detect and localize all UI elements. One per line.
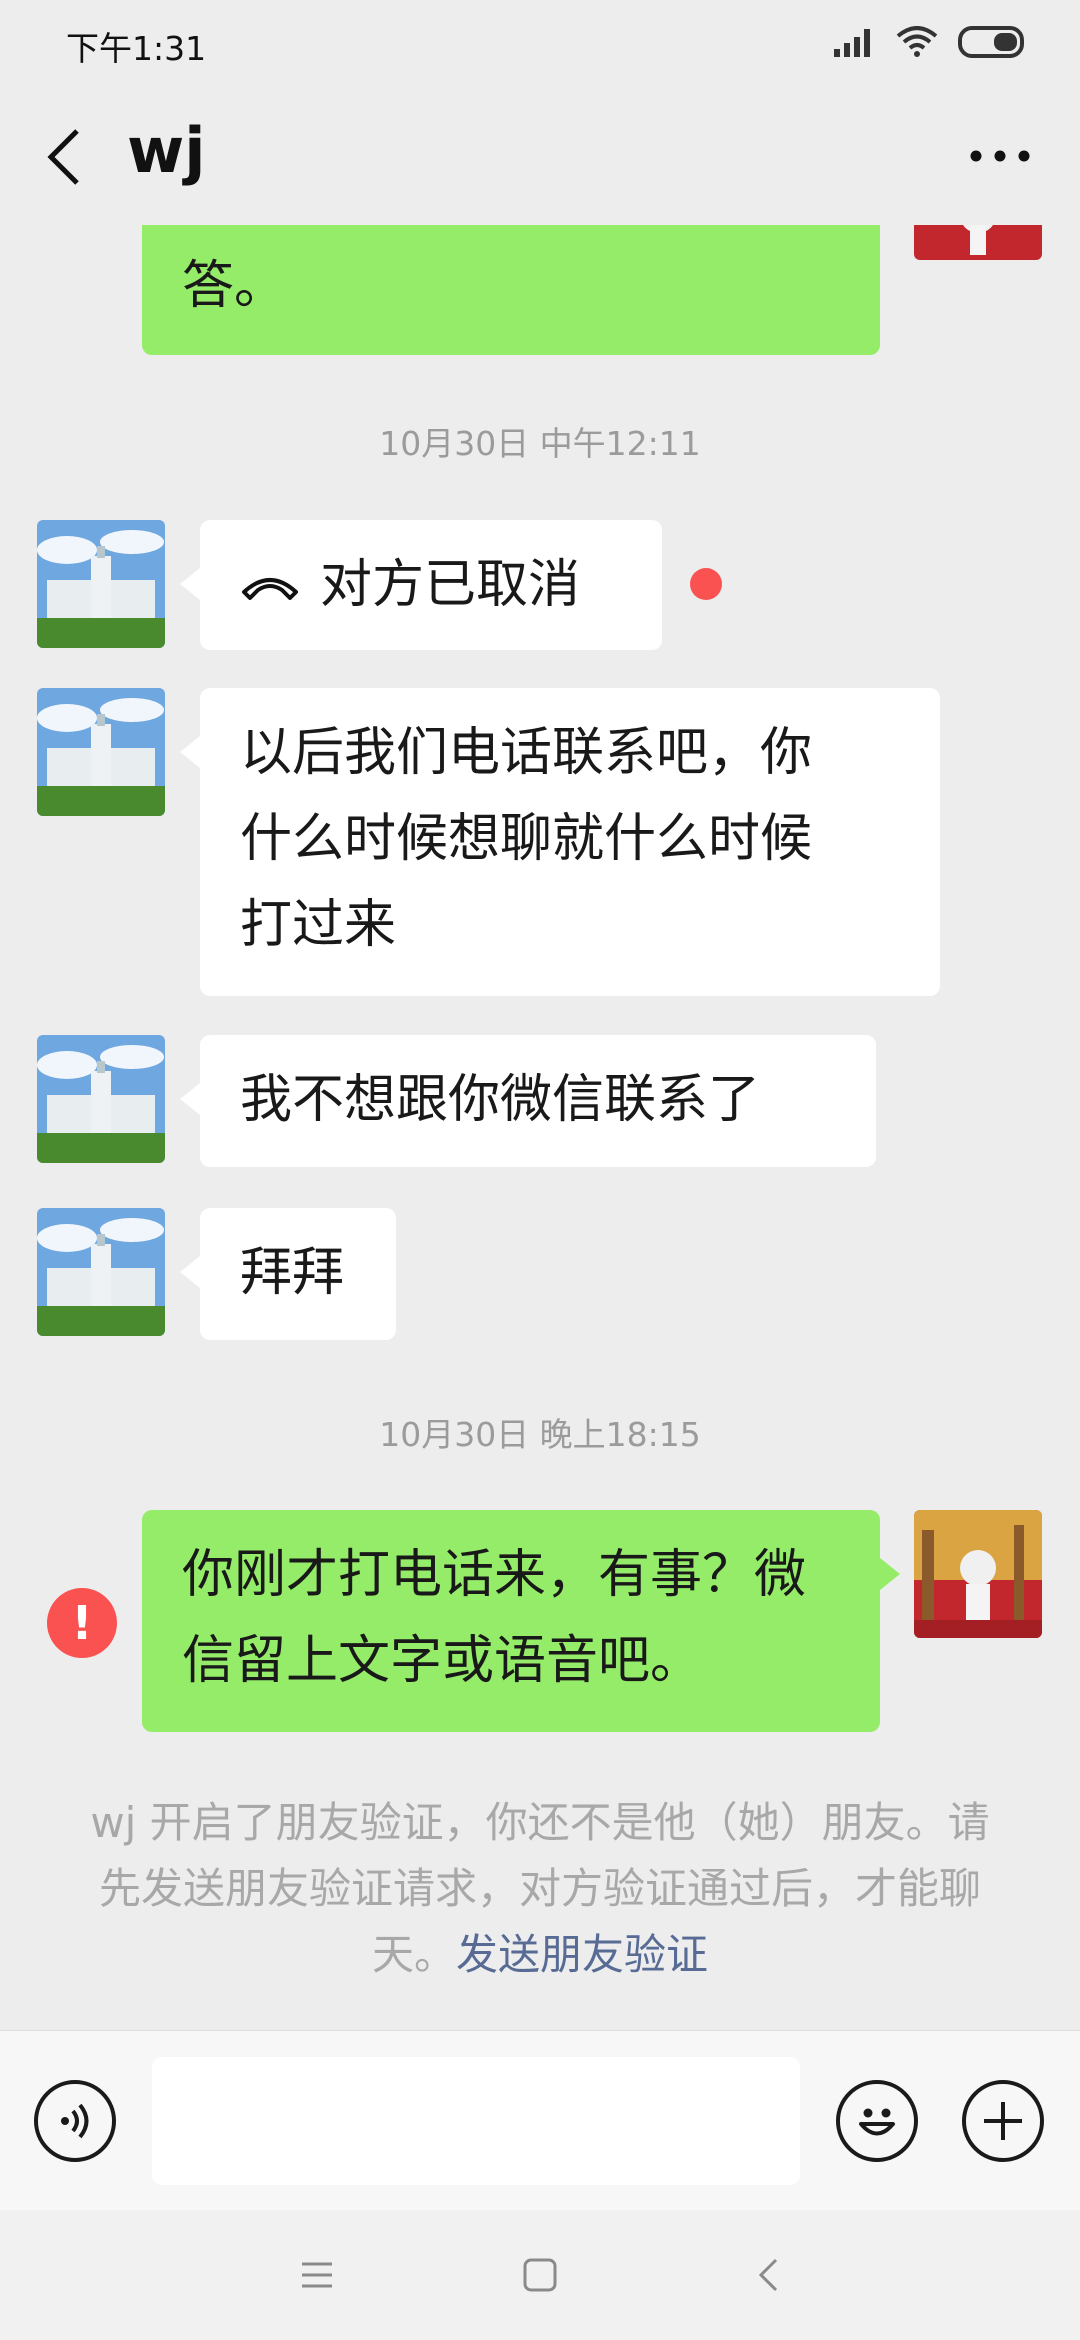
more-button[interactable] bbox=[960, 126, 1040, 186]
message-outgoing-partial[interactable]: 答。 bbox=[142, 225, 880, 355]
avatar-contact[interactable] bbox=[37, 1208, 165, 1336]
message-text-line: 信留上文字或语音吧。 bbox=[182, 1631, 703, 1691]
plus-button[interactable] bbox=[962, 2080, 1044, 2162]
wifi-icon bbox=[896, 26, 938, 57]
message-text: 我不想跟你微信联系了 bbox=[240, 1070, 761, 1130]
message-incoming[interactable]: 拜拜 bbox=[180, 1208, 396, 1340]
avatar-contact[interactable] bbox=[37, 1035, 165, 1163]
message-outgoing[interactable]: 你刚才打电话来，有事？微 信留上文字或语音吧。 bbox=[142, 1510, 900, 1732]
send-verification-link[interactable]: 发送朋友验证 bbox=[456, 1930, 708, 1979]
message-text-line: 什么时候想聊就什么时候 bbox=[240, 809, 813, 869]
chevron-left-icon bbox=[47, 129, 79, 185]
avatar-self[interactable] bbox=[914, 1510, 1042, 1638]
voice-icon bbox=[61, 2103, 89, 2139]
call-status-text: 对方已取消 bbox=[320, 555, 581, 615]
back-button[interactable] bbox=[38, 122, 88, 192]
input-bar bbox=[0, 2030, 1080, 2211]
signal-icon bbox=[834, 29, 870, 57]
phone-hangup-icon bbox=[242, 578, 298, 600]
system-navigation-bar bbox=[0, 2210, 1080, 2340]
system-notice: wj 开启了朋友验证，你还不是他（她）朋友。请先发送朋友验证请求，对方验证通过后… bbox=[90, 1790, 990, 1988]
plus-icon bbox=[984, 2102, 1022, 2140]
chat-title: wj bbox=[127, 114, 206, 187]
chat-header: wj bbox=[0, 90, 1080, 225]
message-text-line: 以后我们电话联系吧，你 bbox=[240, 723, 813, 783]
message-incoming[interactable]: 以后我们电话联系吧，你 什么时候想聊就什么时候 打过来 bbox=[180, 688, 940, 996]
avatar-contact[interactable] bbox=[37, 520, 165, 648]
status-icons bbox=[834, 26, 1028, 58]
avatar-self[interactable] bbox=[914, 225, 1042, 260]
recent-apps-button[interactable] bbox=[287, 2250, 347, 2300]
status-bar: 下午1:31 bbox=[0, 0, 1080, 90]
timestamp: 10月30日 晚上18:15 bbox=[379, 1415, 701, 1454]
back-triangle-icon bbox=[758, 2258, 778, 2292]
menu-icon bbox=[302, 2262, 332, 2288]
emoji-button[interactable] bbox=[836, 2080, 918, 2162]
emoji-icon bbox=[859, 2108, 895, 2136]
chat-message-list[interactable]: 答。 10月30日 中午12:11 对方已取消 以后我们电话联系吧，你 什么时候… bbox=[0, 225, 1080, 2030]
avatar-contact[interactable] bbox=[37, 688, 165, 816]
message-call-cancelled[interactable]: 对方已取消 bbox=[180, 520, 662, 650]
system-back-button[interactable] bbox=[738, 2250, 798, 2300]
message-input[interactable] bbox=[152, 2057, 800, 2185]
message-text-line: 你刚才打电话来，有事？微 bbox=[182, 1545, 807, 1605]
home-square-icon bbox=[523, 2258, 557, 2292]
timestamp: 10月30日 中午12:11 bbox=[379, 424, 701, 463]
home-button[interactable] bbox=[510, 2250, 570, 2300]
send-failed-mark: ! bbox=[71, 1596, 93, 1650]
message-incoming[interactable]: 我不想跟你微信联系了 bbox=[180, 1035, 876, 1167]
send-failed-icon[interactable]: ! bbox=[47, 1588, 117, 1658]
message-text: 拜拜 bbox=[240, 1243, 345, 1303]
battery-icon bbox=[958, 26, 1024, 58]
status-time: 下午1:31 bbox=[66, 29, 207, 68]
unread-dot bbox=[690, 568, 722, 600]
message-text-line: 打过来 bbox=[240, 895, 397, 955]
message-text: 答。 bbox=[182, 256, 287, 316]
more-icon bbox=[970, 150, 1030, 162]
voice-button[interactable] bbox=[34, 2080, 116, 2162]
